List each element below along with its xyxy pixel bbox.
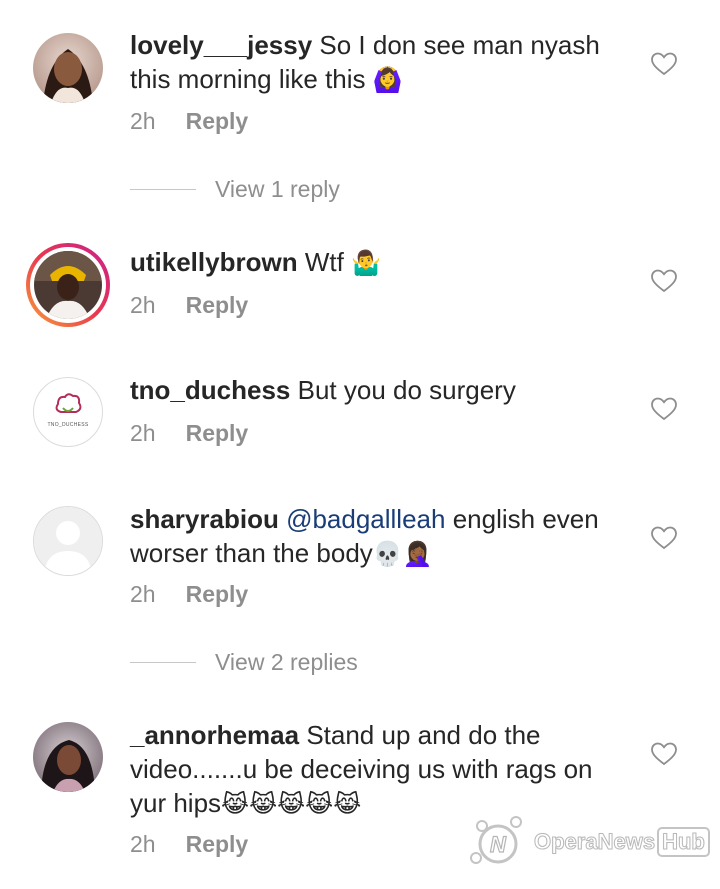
watermark-hub: Hub [657,827,710,857]
like-heart-icon[interactable] [651,397,677,421]
comment-meta: 2h Reply [130,420,248,447]
comment-time: 2h [130,420,156,446]
emoji: 😹😹😹😹😹 [221,790,362,818]
divider-line [130,188,196,190]
comment-text: sharyrabiou @badgallleah english even wo… [130,502,630,571]
comment-username[interactable]: utikellybrown [130,247,298,277]
watermark-text: OperaNews Hub [533,827,710,857]
avatar[interactable] [33,722,103,792]
comment-meta: 2h Reply [130,108,248,135]
avatar-story-ring[interactable] [26,243,110,327]
watermark-brand: OperaNews [533,829,656,855]
comment-username[interactable]: lovely___jessy [130,30,312,60]
view-replies-button[interactable]: View 1 reply [130,174,340,204]
avatar[interactable] [33,33,103,103]
emoji: 💀🤦🏾‍♀️ [372,540,433,568]
divider-line [130,661,196,663]
mention-link[interactable]: @badgallleah [286,504,445,534]
comment-text: lovely___jessy So I don see man nyash th… [130,28,630,97]
svg-text:N: N [490,832,507,857]
comment-body: Wtf [304,247,344,277]
reply-button[interactable]: Reply [186,420,249,446]
comment-time: 2h [130,831,156,857]
operanews-watermark: N OperaNews Hub [468,812,713,872]
comment-time: 2h [130,581,156,607]
operanews-logo-icon: N [470,816,522,864]
like-heart-icon[interactable] [651,526,677,550]
view-replies-label: View 2 replies [215,648,358,675]
default-avatar-icon[interactable] [33,506,103,576]
comment-username[interactable]: _annorhemaa [130,720,299,750]
comment-text: tno_duchess But you do surgery [130,373,630,407]
reply-button[interactable]: Reply [186,292,249,318]
emoji: 🙆‍♀️ [372,66,403,94]
reply-button[interactable]: Reply [186,831,249,857]
emoji: 🤷‍♂️ [351,249,381,277]
like-heart-icon[interactable] [651,52,677,76]
comment-username[interactable]: sharyrabiou [130,504,279,534]
comment-meta: 2h Reply [130,831,248,858]
comment-body: But you do surgery [297,375,516,405]
comment-time: 2h [130,108,156,134]
comment-text: _annorhemaa Stand up and do the video...… [130,718,630,821]
view-replies-button[interactable]: View 2 replies [130,647,358,677]
avatar[interactable]: TNO_DUCHESS [33,377,103,447]
comment-meta: 2h Reply [130,292,248,319]
avatar-brand-text: TNO_DUCHESS [47,422,89,428]
comment-username[interactable]: tno_duchess [130,375,290,405]
like-heart-icon[interactable] [651,742,677,766]
reply-button[interactable]: Reply [186,581,249,607]
comment-text: utikellybrown Wtf 🤷‍♂️ [130,245,630,280]
comment-time: 2h [130,292,156,318]
comment-meta: 2h Reply [130,581,248,608]
view-replies-label: View 1 reply [215,175,340,202]
like-heart-icon[interactable] [651,269,677,293]
reply-button[interactable]: Reply [186,108,249,134]
